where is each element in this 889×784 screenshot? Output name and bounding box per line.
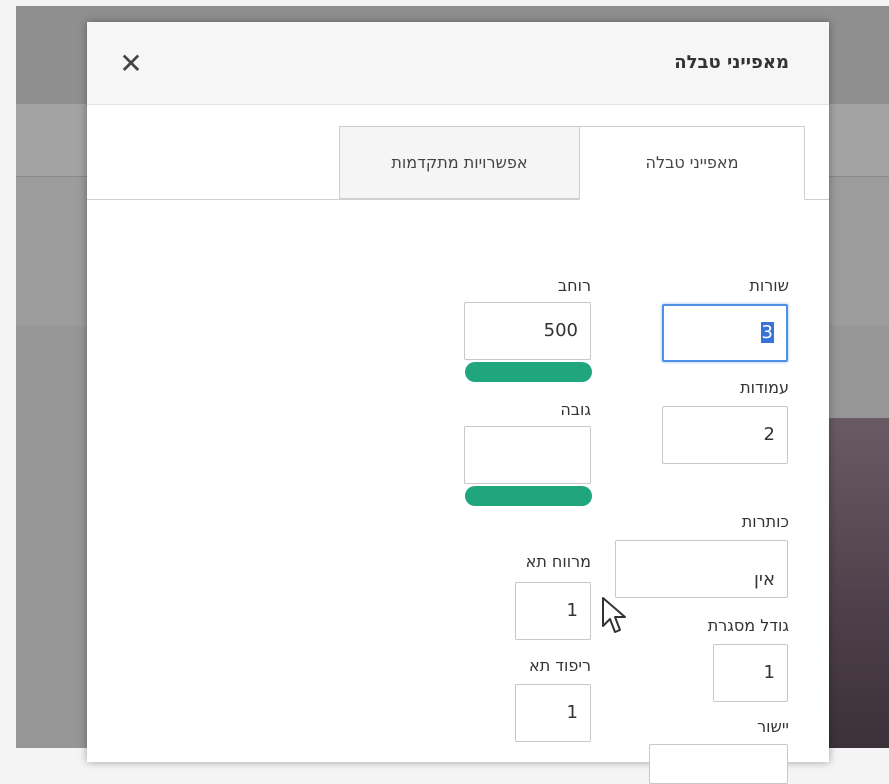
alignment-select[interactable] [649, 744, 788, 784]
background-image [829, 418, 889, 748]
cell-spacing-label: מרווח תא [525, 552, 591, 571]
table-properties-dialog: ✕ מאפייני טבלה מאפייני טבלה אפשרויות מתק… [87, 22, 829, 784]
headers-label: כותרות [741, 512, 789, 531]
dialog-header: ✕ מאפייני טבלה [87, 22, 829, 105]
tab-bar: מאפייני טבלה אפשרויות מתקדמות [87, 126, 829, 200]
tab-advanced-options[interactable]: אפשרויות מתקדמות [339, 126, 579, 199]
width-slider[interactable] [465, 362, 592, 382]
height-slider[interactable] [465, 486, 592, 506]
height-label: גובה [560, 400, 591, 419]
rows-input[interactable]: 3 [662, 304, 788, 362]
mouse-cursor-icon [602, 597, 626, 633]
cell-padding-label: ריפוד תא [529, 656, 591, 675]
headers-select[interactable]: אין [615, 540, 788, 598]
dialog-title: מאפייני טבלה [674, 52, 789, 73]
width-input[interactable]: 500 [464, 302, 591, 360]
columns-label: עמודות [740, 378, 789, 397]
cell-padding-input[interactable]: 1 [515, 684, 591, 742]
close-icon[interactable]: ✕ [117, 50, 145, 78]
height-input[interactable] [464, 426, 591, 484]
cell-spacing-input[interactable]: 1 [515, 582, 591, 640]
border-size-label: גודל מסגרת [707, 616, 789, 635]
columns-input[interactable]: 2 [662, 406, 788, 464]
border-size-input[interactable]: 1 [713, 644, 788, 702]
tab-table-properties[interactable]: מאפייני טבלה [579, 126, 805, 200]
rows-label: שורות [749, 276, 789, 295]
width-label: רוחב [557, 276, 591, 295]
alignment-label: יישור [757, 717, 789, 736]
